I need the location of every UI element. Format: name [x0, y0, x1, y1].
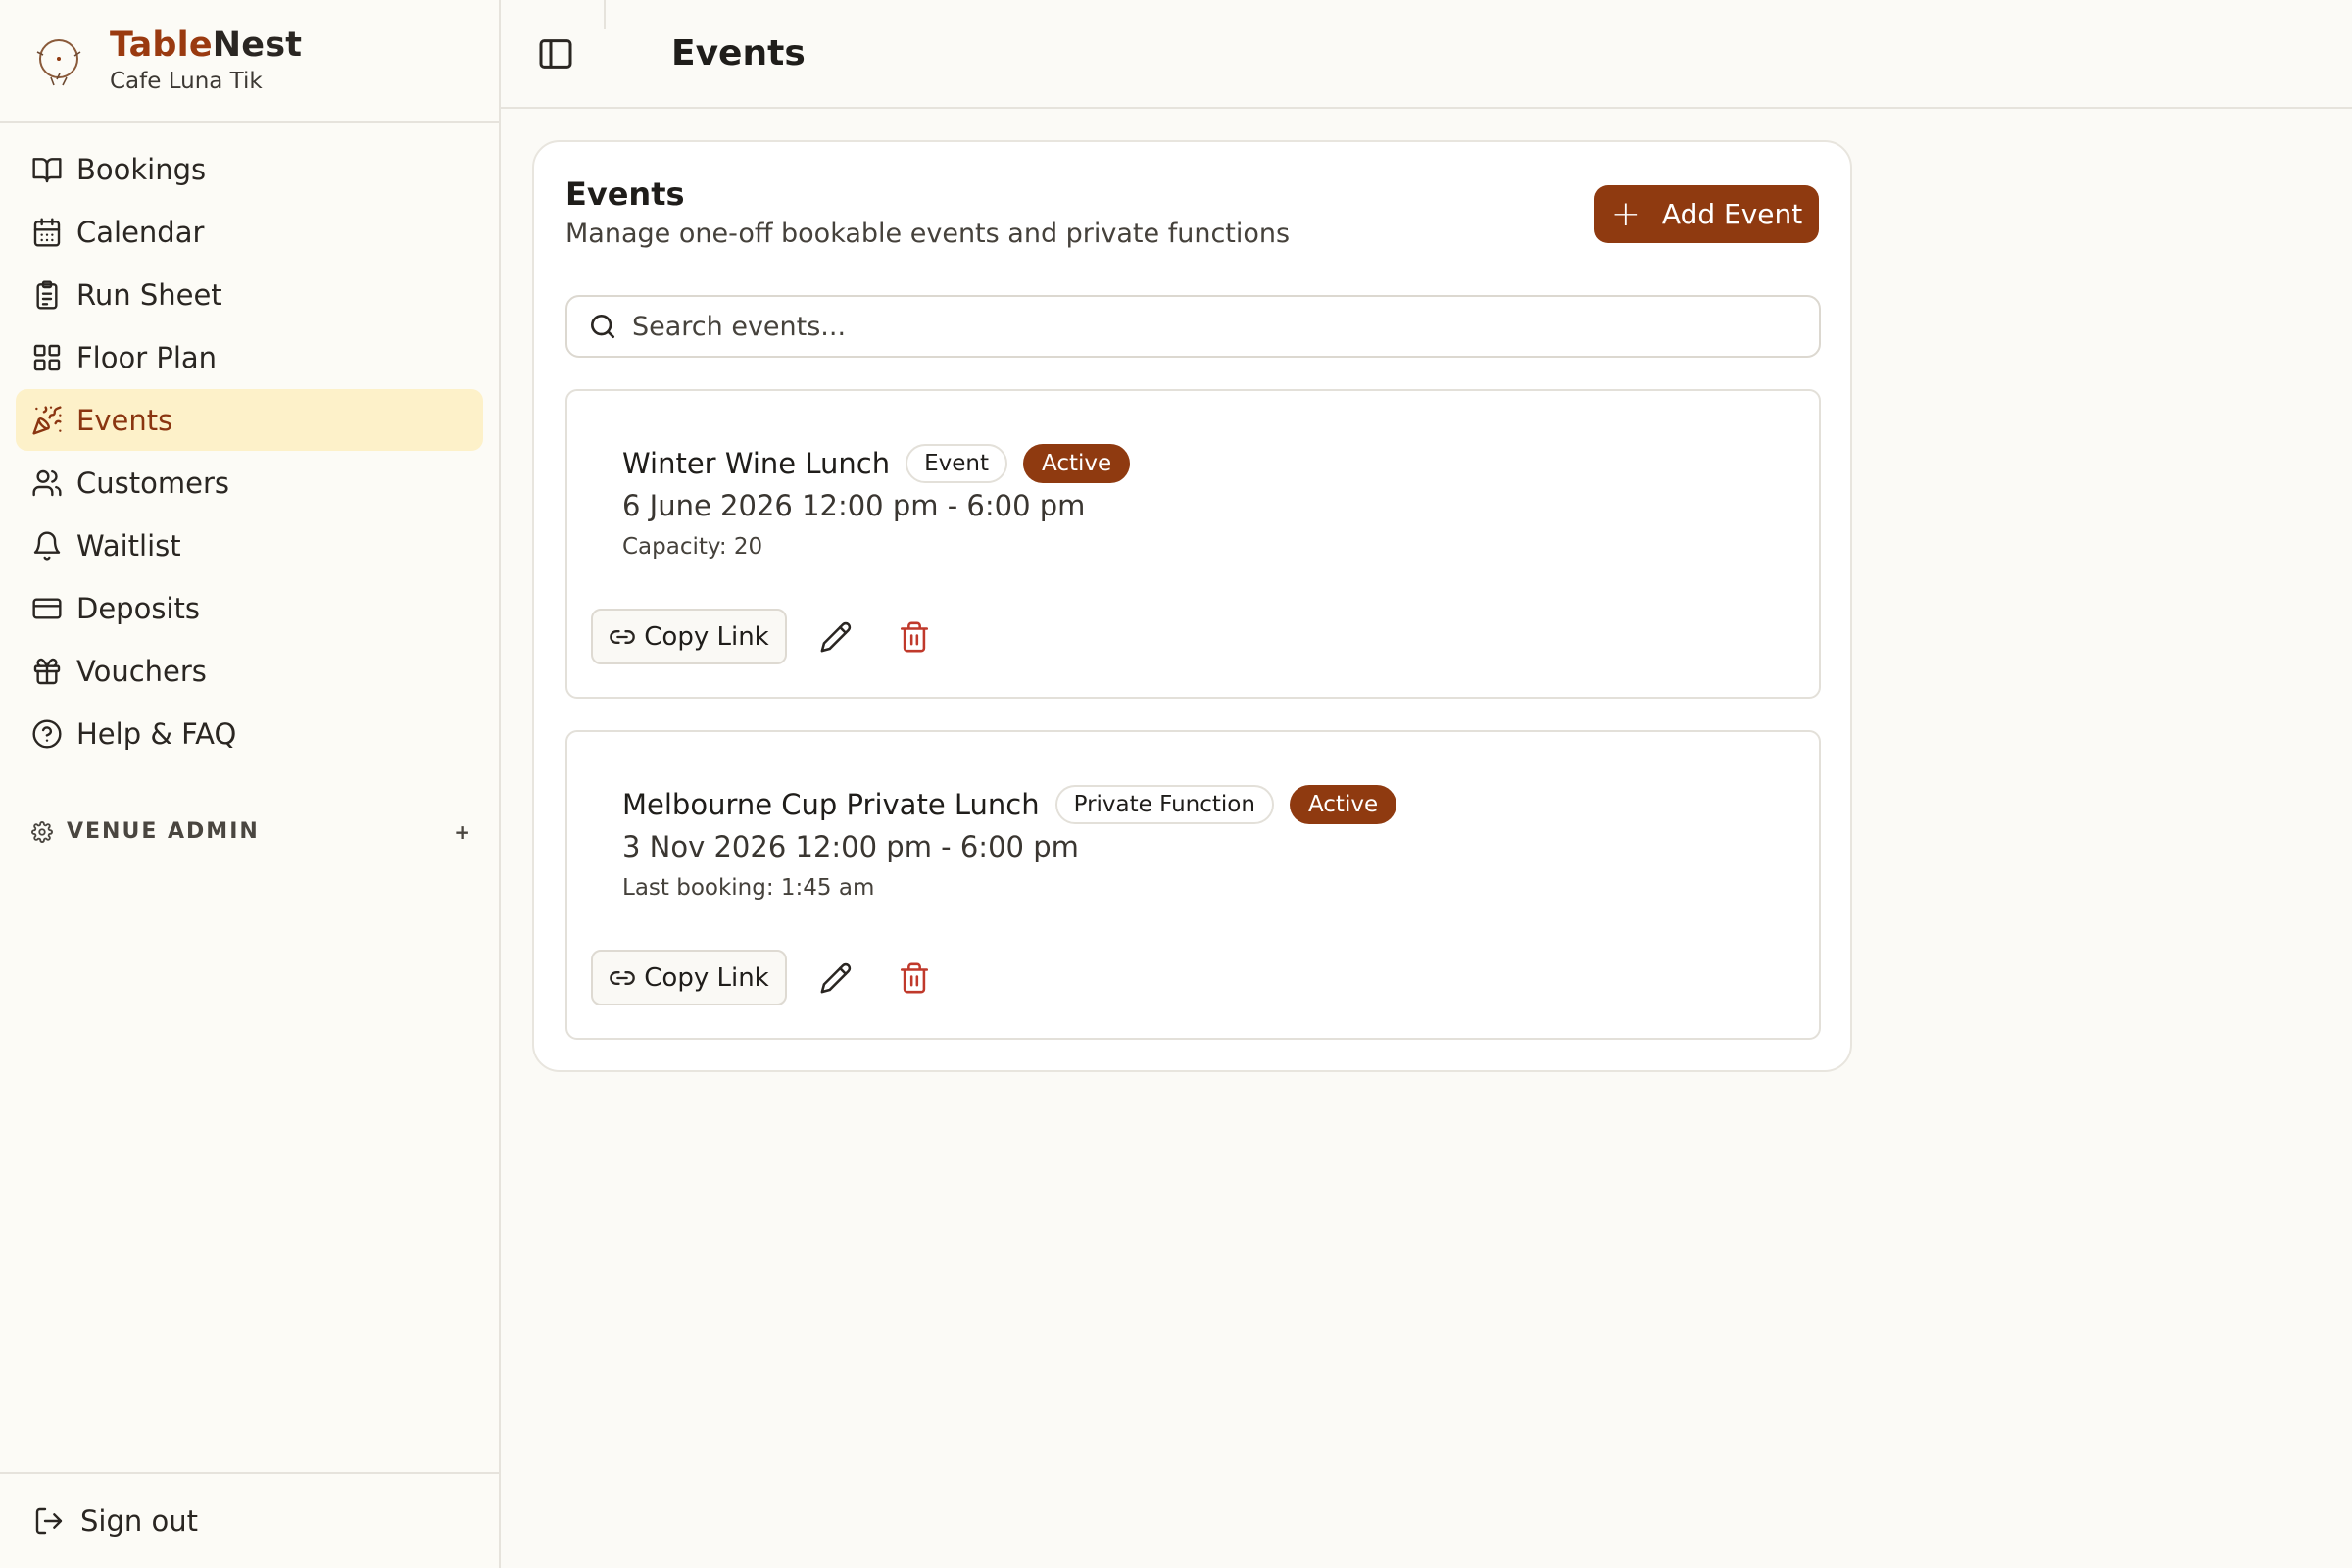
venue-name: Cafe Luna Tik: [110, 68, 263, 94]
event-capacity: Capacity: 20: [622, 534, 763, 560]
trash-icon: [900, 621, 929, 652]
event-name: Melbourne Cup Private Lunch: [622, 788, 1040, 821]
clipboard-icon: [36, 279, 58, 310]
top-bar: Events: [501, 0, 2352, 109]
edit-button[interactable]: [816, 617, 856, 657]
section-expand-button[interactable]: +: [454, 820, 472, 844]
sidebar-item-deposits[interactable]: Deposits: [16, 577, 483, 639]
gear-icon: [31, 820, 53, 843]
status-badge: Active: [1022, 444, 1131, 483]
brand-name: TableNest: [110, 25, 303, 66]
sidebar-nav: Bookings Calendar Run Sheet Floor Plan E…: [0, 122, 499, 764]
sidebar-item-run-sheet[interactable]: Run Sheet: [16, 264, 483, 325]
pencil-icon: [820, 962, 852, 993]
link-icon: [610, 629, 636, 644]
gift-icon: [33, 658, 61, 684]
event-header: Winter Wine Lunch Event Active: [622, 444, 1131, 483]
card-title: Events: [565, 175, 685, 213]
add-event-label: Add Event: [1661, 198, 1803, 230]
sidebar-item-vouchers[interactable]: Vouchers: [16, 640, 483, 702]
sidebar-item-label: Help & FAQ: [76, 716, 237, 751]
sidebar-item-help[interactable]: Help & FAQ: [16, 703, 483, 764]
book-open-icon: [32, 157, 62, 182]
sidebar-item-label: Events: [76, 403, 173, 437]
sidebar-item-bookings[interactable]: Bookings: [16, 138, 483, 200]
search-box: [565, 295, 1821, 358]
event-type-tag: Private Function: [1054, 785, 1274, 824]
events-card: Events Manage one-off bookable events an…: [532, 140, 1852, 1072]
copy-link-button[interactable]: Copy Link: [591, 950, 787, 1005]
delete-button[interactable]: [895, 958, 934, 998]
bell-icon: [33, 531, 61, 561]
card-subtitle: Manage one-off bookable events and priva…: [565, 219, 1291, 249]
plus-icon: +: [1610, 193, 1641, 234]
sidebar-item-calendar[interactable]: Calendar: [16, 201, 483, 263]
sidebar-item-label: Bookings: [76, 152, 207, 186]
search-icon: [591, 315, 614, 338]
sidebar-item-floor-plan[interactable]: Floor Plan: [16, 326, 483, 388]
logo-icon: [36, 38, 81, 85]
help-circle-icon: [32, 718, 62, 749]
event-type-tag: Event: [906, 444, 1007, 483]
sidebar: TableNest Cafe Luna Tik Bookings Calenda…: [0, 0, 501, 1568]
sidebar-item-label: Floor Plan: [76, 340, 218, 374]
pencil-icon: [820, 621, 852, 652]
users-icon: [32, 469, 62, 496]
page-title: Events: [671, 33, 806, 74]
copy-link-button[interactable]: Copy Link: [591, 609, 787, 664]
sidebar-item-events[interactable]: Events: [16, 389, 483, 451]
sidebar-item-waitlist[interactable]: Waitlist: [16, 514, 483, 576]
section-label: VENUE ADMIN: [67, 819, 260, 844]
event-name: Winter Wine Lunch: [622, 447, 891, 480]
add-event-button[interactable]: + Add Event: [1594, 185, 1819, 243]
event-card: Winter Wine Lunch Event Active 6 June 20…: [565, 389, 1821, 699]
status-badge: Active: [1289, 785, 1397, 824]
event-actions: Copy Link: [591, 950, 934, 1005]
trash-icon: [900, 962, 929, 993]
sidebar-item-label: Deposits: [76, 591, 200, 625]
credit-card-icon: [32, 597, 62, 619]
calendar-icon: [33, 217, 61, 247]
event-date: 3 Nov 2026 12:00 pm - 6:00 pm: [622, 830, 1079, 863]
event-actions: Copy Link: [591, 609, 934, 664]
sidebar-item-label: Vouchers: [76, 654, 207, 688]
event-last-booking: Last booking: 1:45 am: [622, 875, 875, 901]
edit-button[interactable]: [816, 958, 856, 998]
grid-icon: [33, 344, 61, 370]
sidebar-toggle-icon[interactable]: [536, 34, 575, 74]
sidebar-item-label: Calendar: [76, 215, 205, 249]
sidebar-item-customers[interactable]: Customers: [16, 452, 483, 514]
sign-out-label: Sign out: [80, 1504, 198, 1538]
copy-link-label: Copy Link: [644, 621, 769, 652]
sidebar-item-label: Waitlist: [76, 528, 181, 563]
delete-button[interactable]: [895, 617, 934, 657]
search-input[interactable]: [632, 311, 1788, 342]
brand-header: TableNest Cafe Luna Tik: [0, 0, 499, 122]
sidebar-item-label: Run Sheet: [76, 277, 222, 312]
divider: [604, 0, 606, 29]
event-date: 6 June 2026 12:00 pm - 6:00 pm: [622, 489, 1086, 522]
sign-out-button[interactable]: Sign out: [0, 1472, 499, 1568]
venue-admin-section[interactable]: VENUE ADMIN +: [31, 819, 472, 844]
event-card: Melbourne Cup Private Lunch Private Func…: [565, 730, 1821, 1040]
log-out-icon: [35, 1507, 63, 1535]
copy-link-label: Copy Link: [644, 962, 769, 993]
event-header: Melbourne Cup Private Lunch Private Func…: [622, 785, 1397, 824]
link-icon: [610, 970, 636, 985]
party-popper-icon: [32, 405, 62, 435]
sidebar-item-label: Customers: [76, 466, 229, 500]
